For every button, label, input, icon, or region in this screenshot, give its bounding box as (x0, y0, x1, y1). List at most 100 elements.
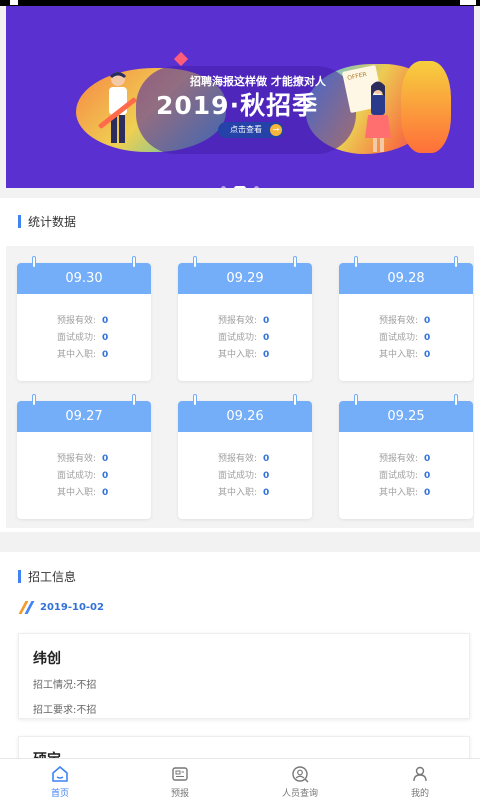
stat-card[interactable]: 09.29 预报有效: 0 面试成功: 0 其中入职: 0 (178, 256, 312, 381)
stat-hired: 其中入职: 0 (57, 347, 108, 360)
job-requirement: 招工要求:不招 (33, 701, 96, 716)
stat-value: 0 (263, 488, 270, 498)
stat-reported: 预报有效: 0 (379, 313, 430, 326)
bottom-tab-bar: 首页 预报 人员查询 我的 (0, 758, 480, 800)
stat-hired: 其中入职: 0 (57, 485, 108, 498)
recruit-header: 招工信息 (18, 568, 76, 584)
report-icon (172, 767, 188, 781)
stat-card[interactable]: 09.25 预报有效: 0 面试成功: 0 其中入职: 0 (339, 394, 473, 519)
job-card[interactable]: 纬创 招工情况:不招 招工要求:不招 (18, 633, 470, 719)
battery-icon (460, 0, 476, 5)
stat-card-date: 09.25 (339, 401, 473, 432)
tab-report[interactable]: 预报 (120, 759, 240, 800)
stat-card-date: 09.29 (178, 263, 312, 294)
tab-mine[interactable]: 我的 (360, 759, 480, 800)
stat-label: 面试成功: (218, 471, 258, 481)
stat-card-date: 09.27 (17, 401, 151, 432)
stat-label: 面试成功: (379, 471, 419, 481)
job-status-value: 不招 (76, 680, 97, 691)
stat-reported: 预报有效: 0 (57, 313, 108, 326)
stat-label: 预报有效: (218, 454, 258, 464)
binder-ring-icon (193, 256, 197, 268)
stat-hired: 其中入职: 0 (379, 347, 430, 360)
stat-interviewed: 面试成功: 0 (57, 468, 108, 481)
stat-label: 预报有效: (379, 316, 419, 326)
stat-value: 0 (102, 350, 109, 360)
tab-home[interactable]: 首页 (0, 759, 120, 800)
recruit-date: 2019-10-02 (40, 601, 104, 613)
stat-label: 其中入职: (218, 350, 258, 360)
carousel-dot[interactable] (221, 186, 226, 188)
stat-card-date: 09.30 (17, 263, 151, 294)
stats-header: 统计数据 (18, 213, 76, 229)
woman-illustration (365, 81, 391, 152)
stat-card[interactable]: 09.27 预报有效: 0 面试成功: 0 其中入职: 0 (17, 394, 151, 519)
stat-card[interactable]: 09.30 预报有效: 0 面试成功: 0 其中入职: 0 (17, 256, 151, 381)
carousel-dot-active[interactable] (234, 186, 246, 188)
stat-interviewed: 面试成功: 0 (218, 468, 269, 481)
stat-value: 0 (263, 350, 270, 360)
stat-value: 0 (102, 316, 109, 326)
recruit-header-title: 招工信息 (28, 569, 77, 584)
tab-person-search[interactable]: 人员查询 (240, 759, 360, 800)
binder-ring-icon (293, 256, 297, 268)
banner-cta-button[interactable]: 点击查看 → (218, 122, 284, 138)
stat-label: 预报有效: (57, 454, 97, 464)
stat-reported: 预报有效: 0 (379, 451, 430, 464)
stat-hired: 其中入职: 0 (218, 347, 269, 360)
stat-interviewed: 面试成功: 0 (57, 330, 108, 343)
job-status-label: 招工情况: (33, 680, 77, 691)
stat-label: 面试成功: (379, 333, 419, 343)
stat-reported: 预报有效: 0 (57, 451, 108, 464)
binder-ring-icon (132, 256, 136, 268)
binder-ring-icon (32, 256, 36, 268)
banner-decoration (401, 61, 451, 153)
stat-label: 面试成功: (218, 333, 258, 343)
job-company: 纬创 (33, 651, 61, 667)
binder-ring-icon (354, 256, 358, 268)
stat-value: 0 (102, 333, 109, 343)
stat-label: 预报有效: (218, 316, 258, 326)
job-requirement-value: 不招 (76, 705, 97, 716)
stat-interviewed: 面试成功: 0 (379, 330, 430, 343)
stat-card-date: 09.28 (339, 263, 473, 294)
home-icon (52, 766, 68, 782)
stats-header-title: 统计数据 (28, 214, 77, 229)
stat-value: 0 (424, 454, 431, 464)
stat-card[interactable]: 09.28 预报有效: 0 面试成功: 0 其中入职: 0 (339, 256, 473, 381)
stat-value: 0 (102, 454, 109, 464)
stat-value: 0 (263, 471, 270, 481)
stat-reported: 预报有效: 0 (218, 313, 269, 326)
recruit-date-row: 2019-10-02 (18, 601, 104, 614)
stat-value: 0 (102, 488, 109, 498)
stat-value: 0 (424, 316, 431, 326)
binder-ring-icon (293, 394, 297, 406)
tab-mine-label: 我的 (410, 789, 429, 799)
carousel-dots (6, 178, 474, 188)
stat-value: 0 (424, 333, 431, 343)
tab-home-label: 首页 (50, 789, 69, 799)
man-illustration (98, 72, 137, 143)
binder-ring-icon (454, 256, 458, 268)
banner-carousel[interactable]: OFFER 招聘海报这样做 才能撩对人 2019·秋招季 点击查看 → (6, 6, 474, 188)
stat-card-date: 09.26 (178, 401, 312, 432)
stat-label: 预报有效: (379, 454, 419, 464)
stat-value: 0 (424, 488, 431, 498)
stat-label: 其中入职: (379, 350, 419, 360)
stat-value: 0 (424, 350, 431, 360)
stat-card[interactable]: 09.26 预报有效: 0 面试成功: 0 其中入职: 0 (178, 394, 312, 519)
stat-value: 0 (263, 454, 270, 464)
tab-person-search-label: 人员查询 (281, 789, 318, 799)
section-marker (18, 569, 21, 583)
carousel-dot[interactable] (254, 186, 259, 188)
stat-value: 0 (263, 333, 270, 343)
stat-hired: 其中入职: 0 (218, 485, 269, 498)
status-icon (10, 0, 18, 5)
job-requirement-label: 招工要求: (33, 705, 77, 716)
tab-report-label: 预报 (170, 789, 189, 799)
banner-title: 2019·秋招季 (156, 91, 319, 120)
binder-ring-icon (132, 394, 136, 406)
user-icon (413, 766, 427, 782)
stat-label: 其中入职: (218, 488, 258, 498)
arrow-right-icon: → (270, 124, 282, 136)
